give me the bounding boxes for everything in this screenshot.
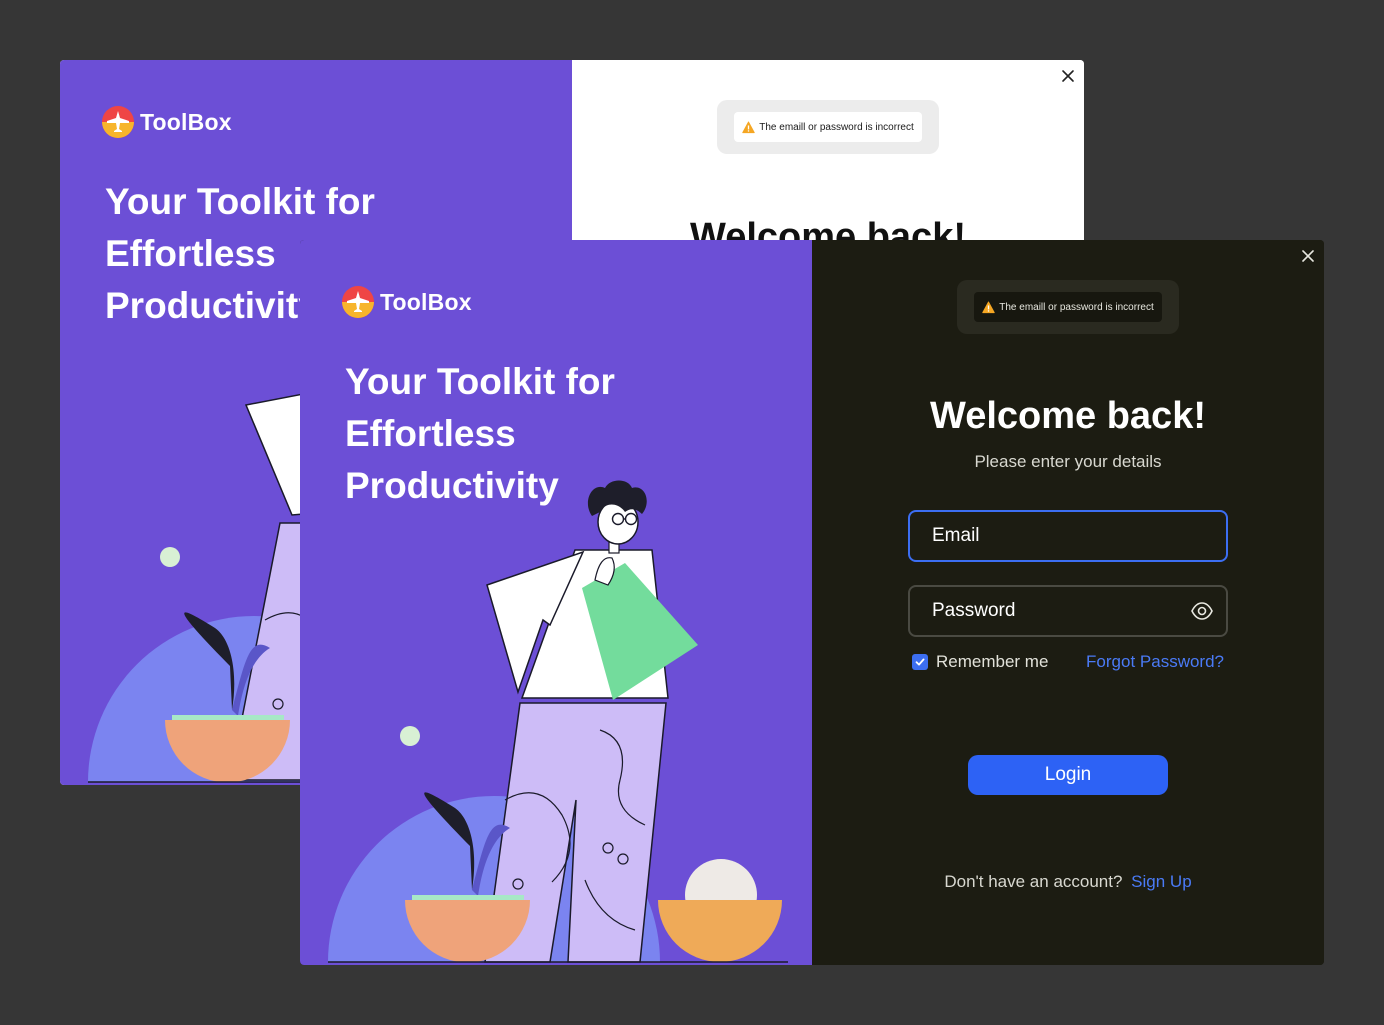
login-panel: The emaill or password is incorrect Welc… [812,240,1324,965]
person-illustration [328,480,788,963]
login-button[interactable]: Login [968,755,1168,795]
welcome-title: Welcome back! [930,395,1206,437]
login-options: Remember me Forgot Password? [912,652,1224,672]
signup-prompt: Don't have an account? Sign Up [812,872,1324,892]
no-account-text: Don't have an account? [944,872,1123,891]
error-message: The emaill or password is incorrect [759,121,914,133]
login-window-dark: ToolBox Your Toolkit for Effortless Prod… [300,240,1324,965]
warning-icon [982,300,995,313]
close-icon[interactable] [1300,248,1316,264]
sign-up-link[interactable]: Sign Up [1131,872,1191,891]
email-input[interactable] [932,525,1204,547]
forgot-password-link[interactable]: Forgot Password? [1086,652,1224,672]
password-field[interactable] [908,585,1228,637]
checkmark-icon [915,658,925,666]
remember-checkbox[interactable] [912,654,928,670]
password-input[interactable] [932,600,1190,622]
eye-icon[interactable] [1190,599,1214,623]
remember-label: Remember me [936,652,1049,671]
email-field[interactable] [908,510,1228,562]
error-message: The emaill or password is incorrect [999,301,1154,313]
welcome-subtitle: Please enter your details [974,452,1162,471]
error-toast: The emaill or password is incorrect [957,280,1179,334]
close-icon[interactable] [1060,68,1076,84]
warning-icon [742,120,755,133]
error-toast: The emaill or password is incorrect [717,100,939,154]
remember-me[interactable]: Remember me [912,652,1048,672]
promo-panel: ToolBox Your Toolkit for Effortless Prod… [300,240,812,965]
